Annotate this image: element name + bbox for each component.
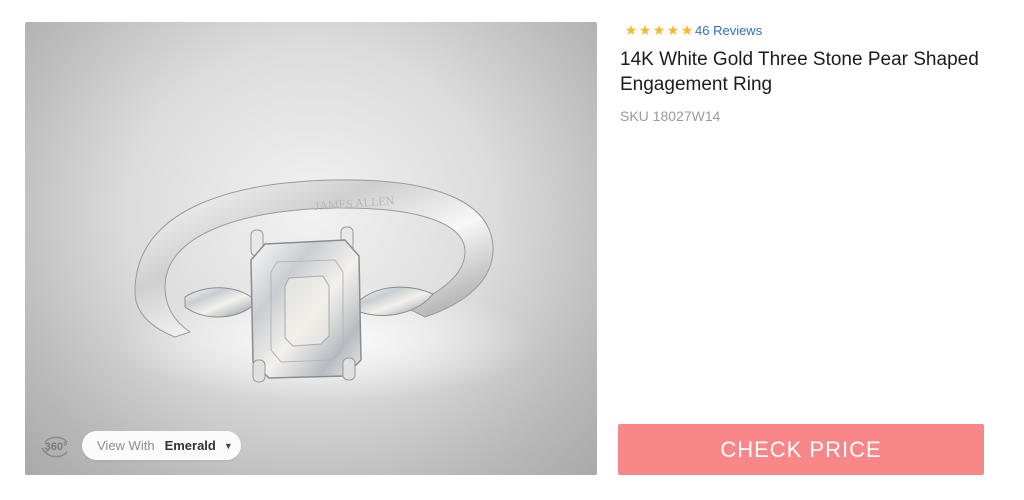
- view-360-button[interactable]: 360°: [39, 430, 73, 464]
- product-image[interactable]: JAMES ALLEN 360° View With Emerald ▼: [25, 22, 597, 475]
- star-icon: ★: [666, 22, 680, 38]
- caret-down-icon: ▼: [223, 440, 233, 451]
- ring-illustration: JAMES ALLEN: [115, 179, 535, 402]
- metal-view-dropdown[interactable]: View With Emerald ▼: [82, 431, 241, 460]
- rating-row: ★ ★ ★ ★ ★ 46 Reviews: [624, 22, 762, 38]
- star-icon: ★: [680, 22, 694, 38]
- check-price-button[interactable]: CHECK PRICE: [618, 424, 984, 475]
- metal-view-prefix: View With: [97, 438, 155, 453]
- product-title: 14K White Gold Three Stone Pear Shaped E…: [620, 49, 979, 95]
- view-360-label: 360°: [44, 441, 68, 453]
- reviews-link[interactable]: 46 Reviews: [695, 23, 762, 38]
- product-sku: SKU 18027W14: [620, 108, 721, 124]
- star-icon: ★: [652, 22, 666, 38]
- metal-view-value: Emerald: [164, 438, 216, 453]
- star-icon: ★: [638, 22, 652, 38]
- star-rating: ★ ★ ★ ★ ★: [624, 23, 694, 37]
- star-icon: ★: [624, 22, 638, 38]
